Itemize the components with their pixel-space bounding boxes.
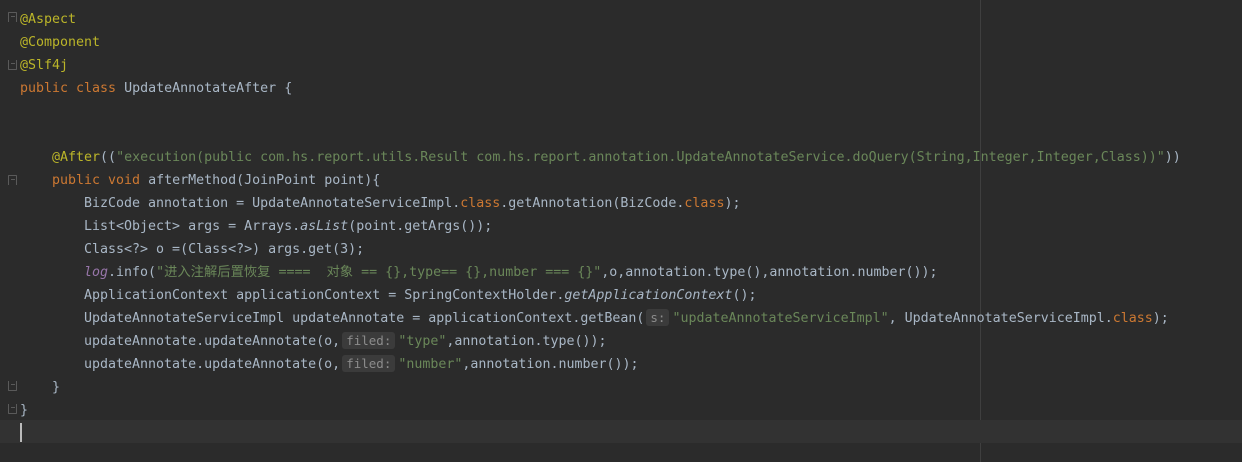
- fold-close-icon[interactable]: [8, 60, 17, 70]
- code-line: }: [20, 399, 28, 422]
- code-line: @Aspect: [20, 8, 76, 31]
- code-text: updateAnnotate.updateAnnotate(o,: [84, 334, 341, 349]
- code-text: .info(: [108, 265, 157, 280]
- annotation: @Component: [20, 35, 101, 50]
- string-literal: "execution(public com.hs.report.utils.Re…: [116, 150, 1165, 165]
- string-literal: "number": [398, 357, 463, 372]
- code-line: UpdateAnnotateServiceImpl updateAnnotate…: [84, 307, 1169, 330]
- annotation: @Slf4j: [20, 58, 69, 73]
- keyword: public class: [20, 81, 125, 96]
- code-line: @After(("execution(public com.hs.report.…: [52, 146, 1181, 169]
- fold-close-icon[interactable]: [8, 404, 17, 414]
- keyword: class: [684, 196, 725, 211]
- code-line: List<Object> args = Arrays.asList(point.…: [84, 215, 492, 238]
- string-literal: "updateAnnotateServiceImpl": [672, 311, 889, 326]
- string-literal: "进入注解后置恢复 ==== 对象 == {},type== {},number…: [156, 265, 602, 280]
- code-text: Class<?> o =(Class<?>) args.get(3);: [84, 242, 365, 257]
- keyword: public void: [52, 173, 149, 188]
- fold-close-icon[interactable]: [8, 381, 17, 391]
- static-field: log: [84, 265, 109, 280]
- code-text: ,o,annotation.type(),annotation.number()…: [601, 265, 938, 280]
- code-line: public void afterMethod(JoinPoint point)…: [52, 169, 380, 192]
- parameter-hint: filed:: [342, 332, 396, 349]
- code-text: }: [20, 403, 29, 418]
- code-text: ((: [100, 150, 117, 165]
- code-text: ApplicationContext applicationContext = …: [84, 288, 565, 303]
- parameter-hint: filed:: [342, 355, 396, 372]
- code-text: BizCode annotation = UpdateAnnotateServi…: [84, 196, 461, 211]
- code-text: ,annotation.type());: [446, 334, 607, 349]
- current-line-highlight: [0, 420, 1242, 443]
- code-text: )): [1164, 150, 1181, 165]
- class-name: UpdateAnnotateAfter: [124, 81, 277, 96]
- code-line: ApplicationContext applicationContext = …: [84, 284, 756, 307]
- parameter-hint: s:: [646, 309, 670, 326]
- code-line: }: [52, 376, 60, 399]
- code-line: public class UpdateAnnotateAfter {: [20, 77, 292, 100]
- string-literal: "type": [398, 334, 447, 349]
- static-method: asList: [300, 219, 349, 234]
- code-line: BizCode annotation = UpdateAnnotateServi…: [84, 192, 740, 215]
- code-text: UpdateAnnotateServiceImpl updateAnnotate…: [84, 311, 645, 326]
- code-text: ,annotation.number());: [462, 357, 639, 372]
- annotation: @Aspect: [20, 12, 77, 27]
- code-text: updateAnnotate.updateAnnotate(o,: [84, 357, 341, 372]
- code-text: );: [1152, 311, 1169, 326]
- right-margin-guide: [980, 0, 981, 462]
- code-line: updateAnnotate.updateAnnotate(o, filed: "t…: [84, 330, 607, 353]
- code-text: {: [276, 81, 293, 96]
- fold-open-icon[interactable]: [8, 12, 17, 22]
- code-line: @Slf4j: [20, 54, 68, 77]
- code-text: .getAnnotation(BizCode.: [500, 196, 685, 211]
- code-text: }: [52, 380, 61, 395]
- code-line: Class<?> o =(Class<?>) args.get(3);: [84, 238, 364, 261]
- code-line: log.info("进入注解后置恢复 ==== 对象 == {},type== …: [84, 261, 938, 284]
- code-text: afterMethod(JoinPoint point){: [148, 173, 381, 188]
- fold-open-icon[interactable]: [8, 175, 17, 185]
- annotation: @After: [52, 150, 101, 165]
- code-text: List<Object> args = Arrays.: [84, 219, 301, 234]
- static-method: getApplicationContext: [564, 288, 733, 303]
- code-text: (point.getArgs());: [348, 219, 493, 234]
- code-text: );: [724, 196, 741, 211]
- code-line: @Component: [20, 31, 100, 54]
- code-text: , UpdateAnnotateServiceImpl.: [888, 311, 1113, 326]
- code-text: ();: [732, 288, 757, 303]
- keyword: class: [460, 196, 501, 211]
- keyword: class: [1112, 311, 1153, 326]
- code-editor[interactable]: @Aspect @Component @Slf4j public class U…: [0, 0, 1242, 462]
- text-cursor: [20, 423, 22, 442]
- code-line: updateAnnotate.updateAnnotate(o, filed: "n…: [84, 353, 639, 376]
